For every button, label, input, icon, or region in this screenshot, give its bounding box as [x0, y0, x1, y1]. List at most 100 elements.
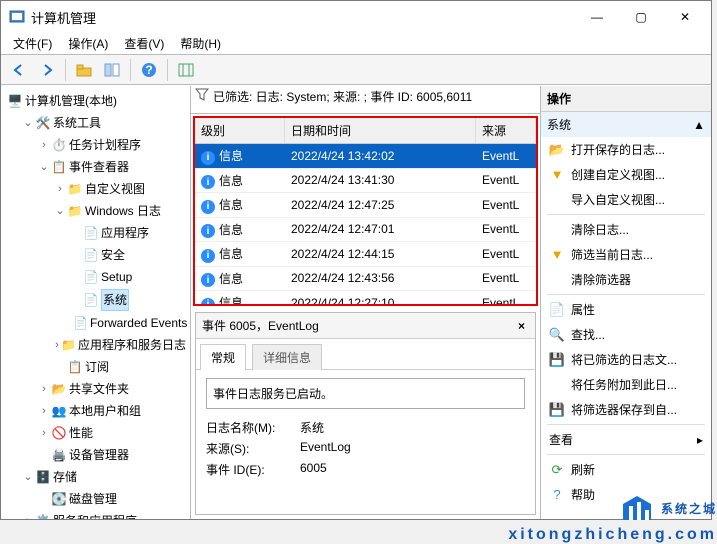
layout-button[interactable] [174, 58, 198, 82]
action-icon: 📂 [549, 142, 565, 158]
action-item[interactable]: 将任务附加到此日... [541, 372, 711, 397]
tree-security-log[interactable]: 📄安全 [69, 244, 188, 266]
chevron-right-icon[interactable]: › [39, 135, 49, 155]
action-icon: 📄 [549, 302, 565, 318]
action-item[interactable]: ▼筛选当前日志... [541, 242, 711, 267]
tree-system-log[interactable]: 📄系统 [69, 288, 188, 312]
action-view-group[interactable]: 查看▸ [541, 427, 711, 452]
tree-performance[interactable]: ›🚫性能 [37, 422, 188, 444]
actions-section[interactable]: 系统 ▲ [541, 112, 711, 137]
maximize-button[interactable]: ▢ [619, 3, 663, 31]
action-item[interactable]: 清除筛选器 [541, 267, 711, 292]
tree-system-tools[interactable]: ⌄🛠️系统工具 [21, 112, 188, 134]
chevron-right-icon[interactable]: › [39, 379, 49, 399]
table-row[interactable]: i信息2022/4/24 13:41:30EventL [195, 169, 536, 194]
app-icon [9, 9, 25, 25]
table-row[interactable]: i信息2022/4/24 12:47:01EventL [195, 218, 536, 243]
logname-label: 日志名称(M): [206, 419, 286, 436]
tree-device-manager[interactable]: 🖨️设备管理器 [37, 444, 188, 466]
grid-body[interactable]: i信息2022/4/24 13:42:02EventLi信息2022/4/24 … [195, 144, 536, 304]
action-item[interactable]: 📄属性 [541, 297, 711, 322]
action-icon: 🔍 [549, 327, 565, 343]
table-row[interactable]: i信息2022/4/24 12:43:56EventL [195, 267, 536, 292]
svg-text:?: ? [145, 63, 152, 77]
action-item[interactable]: 清除日志... [541, 217, 711, 242]
eventid-value: 6005 [300, 461, 327, 478]
info-icon: i [201, 224, 215, 238]
chevron-down-icon[interactable]: ⌄ [39, 157, 49, 177]
tree-disk-mgmt[interactable]: 💽磁盘管理 [37, 488, 188, 510]
close-button[interactable]: ✕ [663, 3, 707, 31]
grid-header[interactable]: 级别 日期和时间 来源 [195, 118, 536, 144]
source-value: EventLog [300, 440, 351, 457]
action-help[interactable]: ?帮助 [541, 482, 711, 507]
table-row[interactable]: i信息2022/4/24 12:44:15EventL [195, 242, 536, 267]
tree-setup-log[interactable]: 📄Setup [69, 266, 188, 288]
col-datetime[interactable]: 日期和时间 [285, 118, 476, 143]
tree-task-scheduler[interactable]: ›⏱️任务计划程序 [37, 134, 188, 156]
tab-details[interactable]: 详细信息 [252, 344, 322, 370]
chevron-down-icon[interactable]: ⌄ [23, 113, 33, 133]
up-button[interactable] [72, 58, 96, 82]
action-item[interactable]: 💾将筛选器保存到自... [541, 397, 711, 422]
eventid-label: 事件 ID(E): [206, 461, 286, 478]
info-icon: i [201, 175, 215, 189]
actions-title: 操作 [541, 86, 711, 112]
view-button[interactable] [100, 58, 124, 82]
chevron-right-icon[interactable]: › [55, 335, 59, 355]
table-row[interactable]: i信息2022/4/24 12:47:25EventL [195, 193, 536, 218]
tree-services-apps[interactable]: ›⚙️服务和应用程序 [21, 510, 188, 519]
tree-app-service-logs[interactable]: ›📁应用程序和服务日志 [53, 334, 188, 356]
help-icon: ? [549, 487, 565, 503]
table-row[interactable]: i信息2022/4/24 13:42:02EventL [195, 144, 536, 169]
action-icon: 💾 [549, 402, 565, 418]
action-item[interactable]: ▼创建自定义视图... [541, 162, 711, 187]
col-source[interactable]: 来源 [476, 118, 536, 143]
detail-close-button[interactable]: × [514, 319, 529, 333]
refresh-icon: ⟳ [549, 462, 565, 478]
tree-local-users[interactable]: ›👥本地用户和组 [37, 400, 188, 422]
minimize-button[interactable]: — [575, 3, 619, 31]
action-icon: 💾 [549, 352, 565, 368]
menu-view[interactable]: 查看(V) [118, 33, 170, 54]
action-item[interactable]: 📂打开保存的日志... [541, 137, 711, 162]
event-message: 事件日志服务已启动。 [206, 378, 525, 409]
action-icon [549, 192, 565, 208]
info-icon: i [201, 249, 215, 263]
menu-action[interactable]: 操作(A) [62, 33, 114, 54]
tree-application-log[interactable]: 📄应用程序 [69, 222, 188, 244]
tree-custom-views[interactable]: ›📁自定义视图 [53, 178, 188, 200]
action-item[interactable]: 导入自定义视图... [541, 187, 711, 212]
nav-tree[interactable]: 🖥️计算机管理(本地) ⌄🛠️系统工具 ›⏱️任务计划程序 ⌄📋事件查看器 ›📁… [1, 86, 191, 519]
help-button[interactable]: ? [137, 58, 161, 82]
collapse-icon[interactable]: ▲ [693, 118, 705, 132]
menu-file[interactable]: 文件(F) [7, 33, 58, 54]
tab-general[interactable]: 常规 [200, 344, 246, 370]
window-title: 计算机管理 [31, 8, 575, 27]
action-item[interactable]: 💾将已筛选的日志文... [541, 347, 711, 372]
tree-forwarded-log[interactable]: 📄Forwarded Events [69, 312, 188, 334]
menubar: 文件(F) 操作(A) 查看(V) 帮助(H) [1, 33, 711, 55]
col-level[interactable]: 级别 [195, 118, 285, 143]
action-refresh[interactable]: ⟳刷新 [541, 457, 711, 482]
source-label: 来源(S): [206, 440, 286, 457]
chevron-right-icon[interactable]: › [23, 511, 33, 519]
tree-shared-folders[interactable]: ›📂共享文件夹 [37, 378, 188, 400]
table-row[interactable]: i信息2022/4/24 12:27:10EventL [195, 291, 536, 304]
nav-fwd-button[interactable] [35, 58, 59, 82]
chevron-right-icon[interactable]: › [39, 401, 49, 421]
tree-storage[interactable]: ⌄🗄️存储 [21, 466, 188, 488]
filter-summary: 已筛选: 日志: System; 来源: ; 事件 ID: 6005,6011 [191, 86, 540, 114]
action-icon [549, 222, 565, 238]
menu-help[interactable]: 帮助(H) [174, 33, 227, 54]
tree-subscription[interactable]: 📋订阅 [53, 356, 188, 378]
chevron-right-icon[interactable]: › [55, 179, 65, 199]
tree-event-viewer[interactable]: ⌄📋事件查看器 [37, 156, 188, 178]
chevron-down-icon[interactable]: ⌄ [23, 467, 33, 487]
nav-back-button[interactable] [7, 58, 31, 82]
tree-root[interactable]: 🖥️计算机管理(本地) [5, 90, 188, 112]
action-item[interactable]: 🔍查找... [541, 322, 711, 347]
chevron-right-icon[interactable]: › [39, 423, 49, 443]
tree-windows-logs[interactable]: ⌄📁Windows 日志 [53, 200, 188, 222]
chevron-down-icon[interactable]: ⌄ [55, 201, 65, 221]
